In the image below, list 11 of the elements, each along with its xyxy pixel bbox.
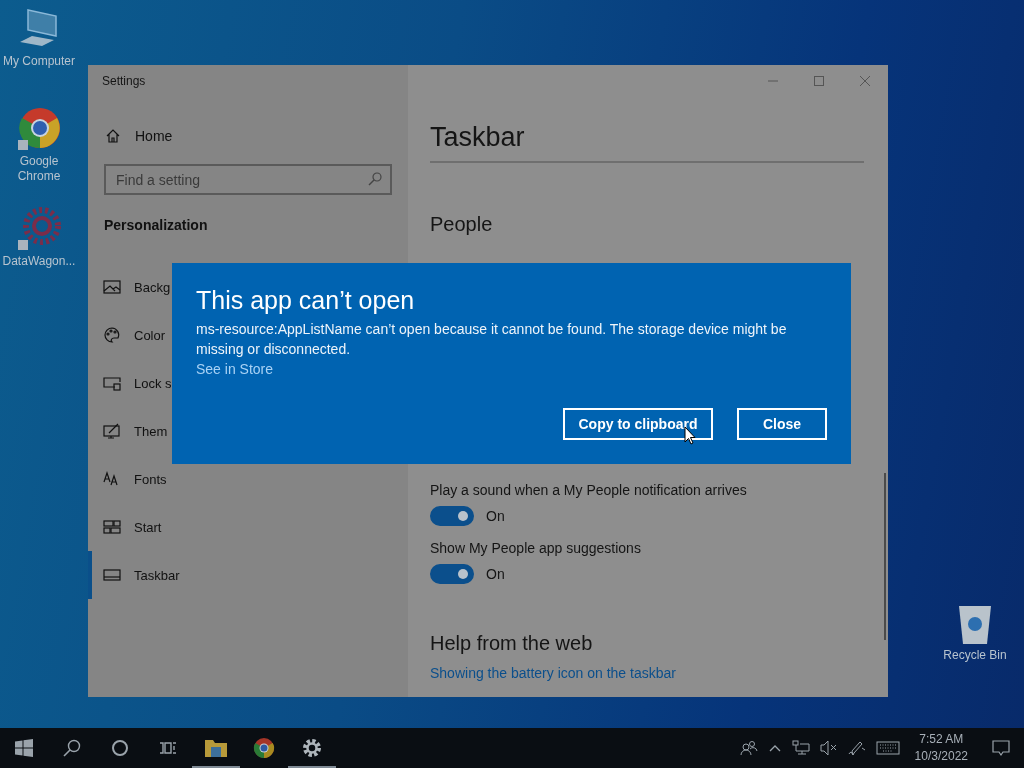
section-heading: Help from the web [430,632,594,655]
page-title: Taskbar [430,121,526,154]
toggle-label: Show My People app suggestions [430,540,642,556]
section-heading: Personalization [104,217,209,235]
toggle-state: On [486,566,505,582]
toggle-state: On [486,508,505,524]
section-heading: People [430,213,494,236]
toggle-label: Play a sound when a My People notification arrives [430,482,748,498]
dialog-title: This app can’t open [196,285,416,316]
window-title: Settings [101,73,147,90]
dialog-message: ms-resource:AppListName can’t open because it cannot be found. The storage device might be missing or disconnected. [196,320,788,359]
